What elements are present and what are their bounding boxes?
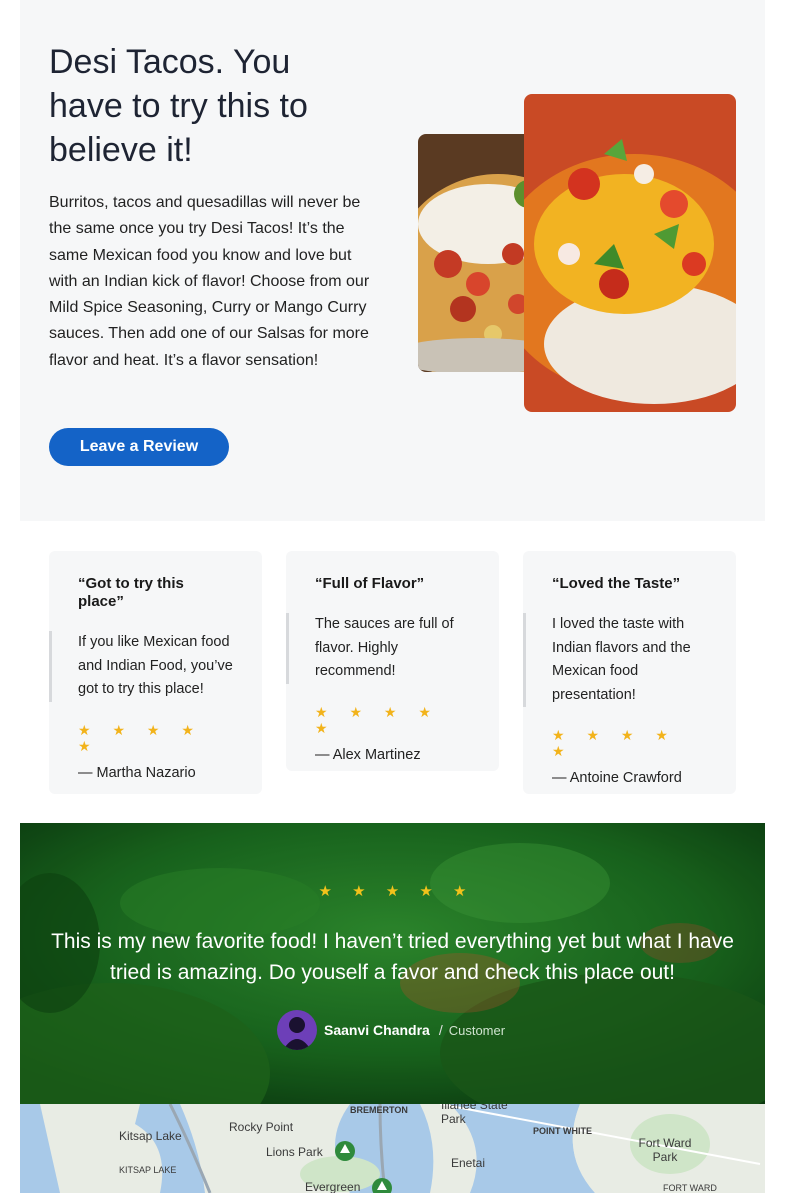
review-quote: I loved the taste with Indian flavors an… — [523, 613, 707, 707]
leave-review-button[interactable]: Leave a Review — [49, 428, 229, 466]
hero-section: Desi Tacos. You have to try this to beli… — [20, 0, 765, 521]
map-label: Evergreen — [305, 1180, 361, 1193]
map-label: FORT WARD — [663, 1183, 717, 1193]
avatar — [277, 1010, 317, 1050]
map-label: KITSAP LAKE — [119, 1165, 177, 1175]
testimonial-quote: This is my new favorite food! I haven’t … — [51, 930, 734, 984]
map-label: Illahee State Park — [441, 1104, 508, 1126]
separator: / — [438, 1022, 443, 1038]
testimonial-content: ★ ★ ★ ★ ★ This is my new favorite food! … — [20, 823, 765, 1104]
review-author: — Antoine Crawford — [552, 770, 682, 786]
author-name: Saanvi Chandra — [324, 1022, 430, 1038]
location-map[interactable]: BREMERTON Illahee State Park Kitsap Lake… — [20, 1104, 765, 1193]
review-card: “Loved the Taste” I loved the taste with… — [523, 551, 736, 794]
testimonial-author: Saanvi Chandra / Customer — [277, 1010, 505, 1050]
review-quote: If you like Mexican food and Indian Food… — [49, 631, 233, 702]
map-label: POINT WHITE — [533, 1126, 592, 1136]
review-title: “Got to try this place” — [78, 575, 184, 610]
review-quote: The sauces are full of flavor. Highly re… — [286, 613, 470, 684]
review-card: “Full of Flavor” The sauces are full of … — [286, 551, 499, 771]
star-rating: ★ ★ ★ ★ ★ — [315, 703, 440, 736]
review-title: “Loved the Taste” — [552, 575, 681, 592]
reviews-section: “Got to try this place” If you like Mexi… — [49, 551, 736, 795]
hero-title: Desi Tacos. You have to try this to beli… — [49, 43, 308, 169]
map-label: Enetai — [451, 1156, 486, 1170]
map-label: Rocky Point — [229, 1120, 294, 1134]
map-label: BREMERTON — [350, 1105, 408, 1115]
review-author: — Alex Martinez — [315, 746, 421, 763]
review-card: “Got to try this place” If you like Mexi… — [49, 551, 262, 794]
star-rating: ★ ★ ★ ★ ★ — [78, 721, 203, 754]
hero-description: Burritos, tacos and quesadillas will nev… — [49, 194, 370, 369]
map-label: Kitsap Lake — [119, 1129, 182, 1143]
star-rating: ★ ★ ★ ★ ★ — [318, 883, 475, 900]
star-rating: ★ ★ ★ ★ ★ — [552, 727, 677, 759]
enchilada-photo — [524, 94, 736, 412]
author-role: Customer — [448, 1022, 506, 1038]
featured-testimonial: ★ ★ ★ ★ ★ This is my new favorite food! … — [20, 823, 765, 1104]
map-label: Fort Ward Park — [638, 1136, 692, 1164]
review-author: — Martha Nazario — [78, 764, 196, 781]
map-label: Lions Park — [266, 1145, 323, 1159]
review-title: “Full of Flavor” — [315, 575, 425, 592]
